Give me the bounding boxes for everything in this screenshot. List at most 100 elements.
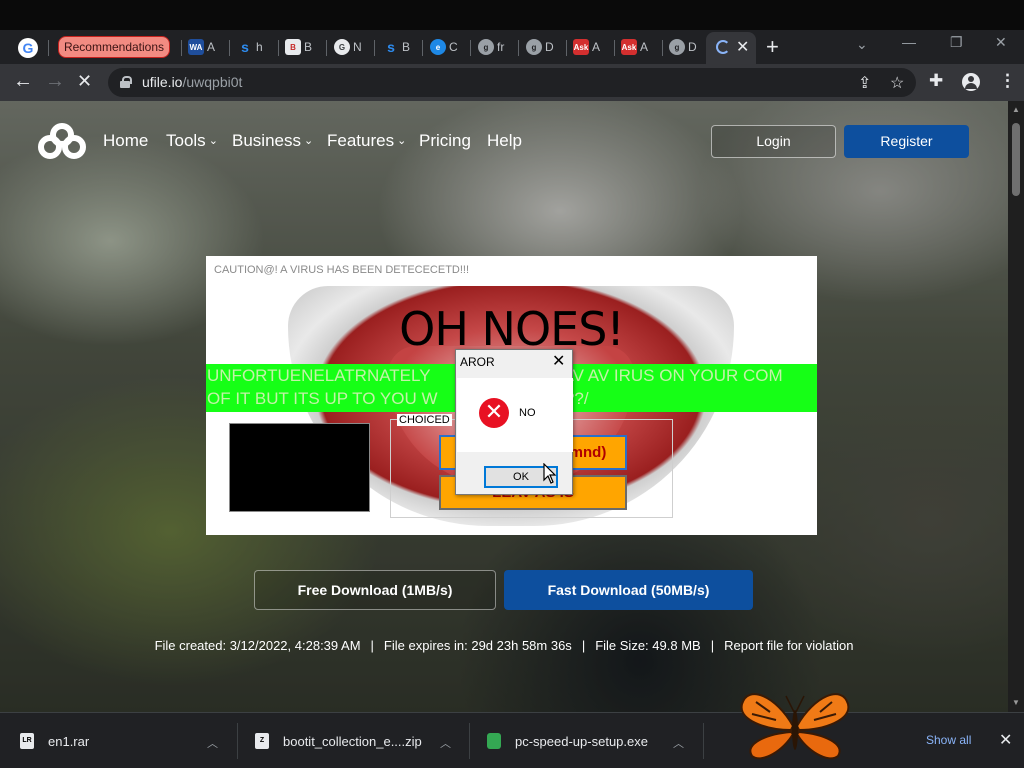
tab-label: fr xyxy=(497,40,505,54)
login-button[interactable]: Login xyxy=(711,125,836,158)
virus-window-caption: CAUTION@! A VIRUS HAS BEEN DETECECETD!!! xyxy=(214,264,470,276)
wa-favicon-icon: WA xyxy=(188,39,204,55)
file-size: File Size: 49.8 MB xyxy=(595,638,701,653)
download-filename: en1.rar xyxy=(48,733,90,749)
extensions-puzzle-icon[interactable]: ✚ xyxy=(929,71,943,91)
tab-bar: G Recommendations WA A s h B B G N s B e… xyxy=(0,30,1024,64)
tab-fr[interactable]: g fr xyxy=(478,36,504,58)
tab-close-icon[interactable]: ✕ xyxy=(736,37,749,57)
tab-active-loading[interactable]: ✕ xyxy=(706,32,756,64)
report-file-link[interactable]: Report file for violation xyxy=(724,638,853,653)
url-text[interactable]: ufile.io/uwqpbi0t xyxy=(142,74,242,90)
forward-button[interactable]: → xyxy=(45,70,65,93)
loading-spinner-icon xyxy=(716,40,730,54)
ask-favicon-icon: Ask xyxy=(573,39,589,55)
nav-business[interactable]: Business ⌄ xyxy=(232,131,313,151)
download-options-chevron-icon[interactable]: ︿ xyxy=(207,735,218,751)
tab-n[interactable]: G N xyxy=(334,36,362,58)
tab-d1[interactable]: g D xyxy=(526,36,554,58)
dialog-close-icon[interactable]: ✕ xyxy=(552,351,565,370)
tab-divider xyxy=(181,40,182,56)
tab-h[interactable]: s h xyxy=(237,36,263,58)
file-info-line: File created: 3/12/2022, 4:28:39 AM | File… xyxy=(154,638,854,653)
tab-divider xyxy=(614,40,615,56)
tab-divider xyxy=(229,40,230,56)
file-expires: File expires in: 29d 23h 58m 36s xyxy=(383,638,572,653)
page-scrollbar[interactable]: ▲ ▼ xyxy=(1008,101,1024,712)
ask-favicon-icon: Ask xyxy=(621,39,637,55)
headline: OH NOES! xyxy=(399,302,625,356)
mouse-pointer-icon xyxy=(543,463,557,484)
site-header: Home Tools ⌄ Business ⌄ Features ⌄ Pricing … xyxy=(0,101,1008,181)
download-divider xyxy=(237,723,238,759)
register-button[interactable]: Register xyxy=(844,125,969,158)
google-apps-icon[interactable]: G xyxy=(18,38,38,58)
lock-icon xyxy=(120,76,132,88)
show-all-downloads-button[interactable]: Show all xyxy=(926,733,971,747)
dialog-title: AROR xyxy=(460,355,495,369)
nav-tools[interactable]: Tools ⌄ xyxy=(166,131,218,151)
back-button[interactable]: ← xyxy=(13,70,33,93)
tab-divider xyxy=(518,40,519,56)
s-favicon-icon: s xyxy=(387,39,395,55)
tab-label: D xyxy=(688,40,697,54)
scrollbar-thumb[interactable] xyxy=(1012,123,1020,196)
tab-label: A xyxy=(640,40,649,54)
tab-divider xyxy=(48,40,49,56)
new-tab-button[interactable]: + xyxy=(766,34,779,60)
tab-divider xyxy=(278,40,279,56)
exe-icon xyxy=(487,733,501,749)
tab-divider xyxy=(374,40,375,56)
restore-button[interactable]: ❐ xyxy=(950,34,963,51)
download-options-chevron-icon[interactable]: ︿ xyxy=(440,735,451,751)
tab-wa[interactable]: WA A xyxy=(188,36,215,58)
file-created: File created: 3/12/2022, 4:28:39 AM xyxy=(154,638,361,653)
menu-kebab-icon[interactable]: ⋮ xyxy=(999,71,1016,91)
dialog-message: NO xyxy=(519,407,536,419)
download-options-chevron-icon[interactable]: ︿ xyxy=(673,735,684,751)
tab-b2[interactable]: s B xyxy=(383,36,410,58)
ufile-logo-icon[interactable] xyxy=(38,123,86,163)
download-bar: LR en1.rar ︿ Z bootit_collection_e....zi… xyxy=(0,712,1024,768)
title-strip xyxy=(0,0,1024,30)
tab-group-recommendations[interactable]: Recommendations xyxy=(58,36,170,58)
chevron-down-icon: ⌄ xyxy=(397,135,407,147)
bookmark-star-icon[interactable]: ☆ xyxy=(890,73,904,93)
groupbox-label: CHOICED xyxy=(397,414,452,426)
globe-favicon-icon: g xyxy=(669,39,685,55)
black-preview-box xyxy=(229,423,370,512)
tab-divider xyxy=(566,40,567,56)
tab-b1[interactable]: B B xyxy=(285,36,312,58)
free-download-button[interactable]: Free Download (1MB/s) xyxy=(254,570,496,610)
bank-favicon-icon: B xyxy=(285,39,301,55)
tab-d2[interactable]: g D xyxy=(669,36,697,58)
close-download-bar-icon[interactable]: ✕ xyxy=(999,730,1012,750)
nav-home[interactable]: Home xyxy=(103,131,148,151)
tab-label: N xyxy=(353,40,362,54)
tab-divider xyxy=(470,40,471,56)
chevron-down-icon: ⌄ xyxy=(303,135,314,147)
address-bar[interactable]: ufile.io/uwqpbi0t ⇪ ☆ xyxy=(108,68,916,97)
tab-search-chevron-icon[interactable]: ⌄ xyxy=(856,36,868,53)
profile-avatar-icon[interactable] xyxy=(962,73,980,91)
fast-download-button[interactable]: Fast Download (50MB/s) xyxy=(504,570,753,610)
nav-help[interactable]: Help xyxy=(487,131,522,151)
download-filename: bootit_collection_e....zip xyxy=(283,733,422,749)
share-icon[interactable]: ⇪ xyxy=(858,73,871,93)
tab-label: D xyxy=(545,40,554,54)
nav-pricing[interactable]: Pricing xyxy=(419,131,471,151)
download-item[interactable]: pc-speed-up-setup.exe xyxy=(487,713,648,768)
stop-loading-button[interactable]: ✕ xyxy=(77,71,92,92)
tab-label: A xyxy=(207,40,216,54)
tab-c[interactable]: e C xyxy=(430,36,458,58)
scroll-up-icon[interactable]: ▲ xyxy=(1012,105,1020,114)
tab-ask2[interactable]: Ask A xyxy=(621,36,648,58)
nav-features[interactable]: Features ⌄ xyxy=(327,131,406,151)
minimize-button[interactable]: — xyxy=(902,34,916,50)
download-item[interactable]: Z bootit_collection_e....zip xyxy=(255,713,422,768)
tab-ask1[interactable]: Ask A xyxy=(573,36,600,58)
download-item[interactable]: LR en1.rar xyxy=(20,713,89,768)
download-filename: pc-speed-up-setup.exe xyxy=(515,733,648,749)
close-window-button[interactable]: ✕ xyxy=(995,34,1007,51)
scroll-down-icon[interactable]: ▼ xyxy=(1012,698,1020,707)
